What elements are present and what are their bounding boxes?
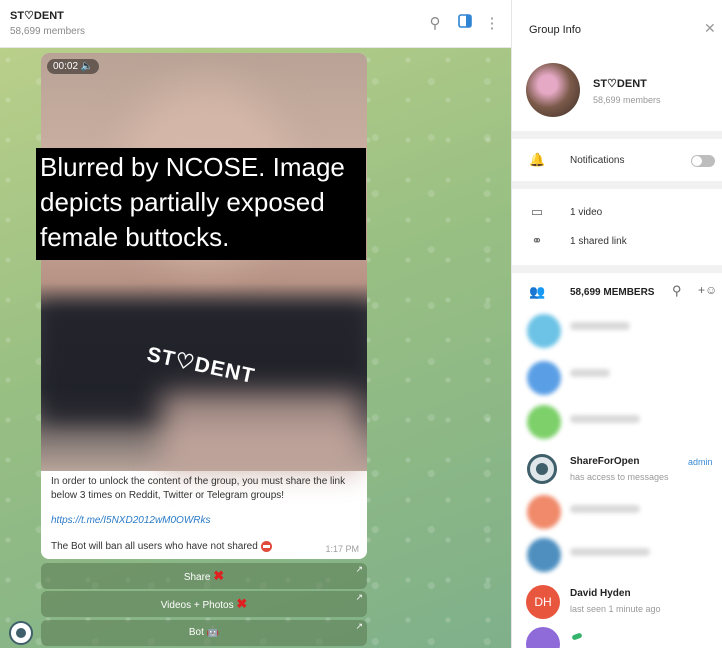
bell-icon: 🔔 [529, 152, 546, 167]
shareforopen-avatar[interactable] [527, 454, 557, 484]
group-member-count: 58,699 members [593, 95, 661, 105]
group-avatar[interactable] [526, 63, 580, 117]
message-time: 1:17 PM [325, 544, 359, 554]
member-avatar-blurred[interactable] [527, 538, 561, 572]
red-x-icon: ✖ [213, 568, 225, 583]
share-button[interactable]: Share ✖ ↗ [41, 563, 367, 589]
member-avatar-blurred[interactable] [527, 361, 561, 395]
sidebar-toggle-icon[interactable] [455, 14, 475, 34]
blurred-name [570, 505, 640, 513]
video-time-label: 00:02 [53, 61, 79, 72]
shared-links-label[interactable]: 1 shared link [570, 236, 627, 247]
section-divider [512, 131, 722, 139]
videos-label[interactable]: 1 video [570, 207, 602, 218]
bot-button-label: Bot [188, 627, 204, 638]
group-info-title: Group Info [529, 24, 581, 36]
message-link[interactable]: https://t.me/I5NXD2012wM0OWRks [51, 515, 211, 526]
admin-badge: admin [688, 457, 713, 467]
section-divider [512, 181, 722, 189]
member-name[interactable]: David Hyden [570, 588, 631, 599]
more-menu-icon[interactable]: ⋮ [482, 14, 502, 34]
mute-icon[interactable]: 🔈 [81, 61, 93, 72]
member-avatar[interactable] [526, 627, 560, 648]
notifications-toggle[interactable] [691, 155, 715, 167]
members-header: 58,699 MEMBERS [570, 287, 655, 298]
blurred-name [570, 322, 630, 330]
chat-member-count: 58,699 members [10, 26, 86, 37]
blurred-name [570, 369, 610, 377]
chat-title[interactable]: ST♡DENT [10, 9, 64, 22]
member-status: has access to messages [570, 472, 669, 482]
link-icon: ⚭ [531, 233, 543, 248]
close-icon[interactable]: ✕ [704, 20, 716, 37]
video-duration: 00:02 🔈 [47, 59, 100, 74]
bot-avatar[interactable] [9, 621, 33, 645]
robot-icon: 🤖 [206, 627, 220, 638]
external-arrow-icon: ↗ [355, 564, 363, 574]
video-icon: ▭ [530, 204, 544, 219]
video-preview[interactable]: 00:02 🔈 ST♡DENT [41, 53, 367, 473]
no-entry-icon [260, 541, 272, 552]
david-hyden-avatar[interactable]: DH [526, 585, 560, 619]
ncose-blur-notice: Blurred by NCOSE. Image depicts partiall… [36, 148, 366, 260]
group-info-panel: Group Info ✕ ST♡DENT 58,699 members 🔔 No… [511, 0, 722, 648]
section-divider [512, 265, 722, 273]
member-status: last seen 1 minute ago [570, 604, 661, 614]
red-x-icon: ✖ [236, 596, 248, 611]
message-bubble: 00:02 🔈 ST♡DENT In order to unlock the c… [41, 53, 367, 559]
search-members-icon[interactable]: ⚲ [672, 283, 682, 299]
member-avatar-blurred[interactable] [527, 405, 561, 439]
member-avatar-blurred[interactable] [527, 314, 561, 348]
search-icon[interactable]: ⚲ [425, 14, 445, 34]
notifications-label: Notifications [570, 155, 625, 166]
blurred-name [570, 548, 650, 556]
videos-photos-button[interactable]: Videos + Photos ✖ ↗ [41, 591, 367, 617]
status-icon [571, 632, 583, 641]
member-name[interactable]: ShareForOpen [570, 456, 639, 467]
external-arrow-icon: ↗ [355, 621, 363, 631]
message-text-ban: The Bot will ban all users who have not … [51, 541, 272, 552]
ban-text: The Bot will ban all users who have not … [51, 541, 258, 553]
blurred-region [161, 393, 361, 473]
videos-photos-label: Videos + Photos [160, 600, 234, 611]
chat-header: ST♡DENT 58,699 members ⚲ ⋮ [0, 0, 511, 48]
share-button-label: Share [183, 572, 211, 583]
group-name: ST♡DENT [593, 78, 647, 90]
add-member-icon[interactable]: +☺ [698, 283, 717, 297]
bot-button[interactable]: Bot 🤖 ↗ [41, 620, 367, 646]
external-arrow-icon: ↗ [355, 592, 363, 602]
blurred-name [570, 415, 640, 423]
member-avatar-blurred[interactable] [527, 495, 561, 529]
chat-pane: ST♡DENT 58,699 members ⚲ ⋮ 00:02 🔈 ST♡DE… [0, 0, 511, 648]
members-icon: 👥 [529, 284, 546, 299]
message-text: In order to unlock the content of the gr… [51, 476, 346, 501]
group-info-header: Group Info ✕ [512, 0, 722, 56]
